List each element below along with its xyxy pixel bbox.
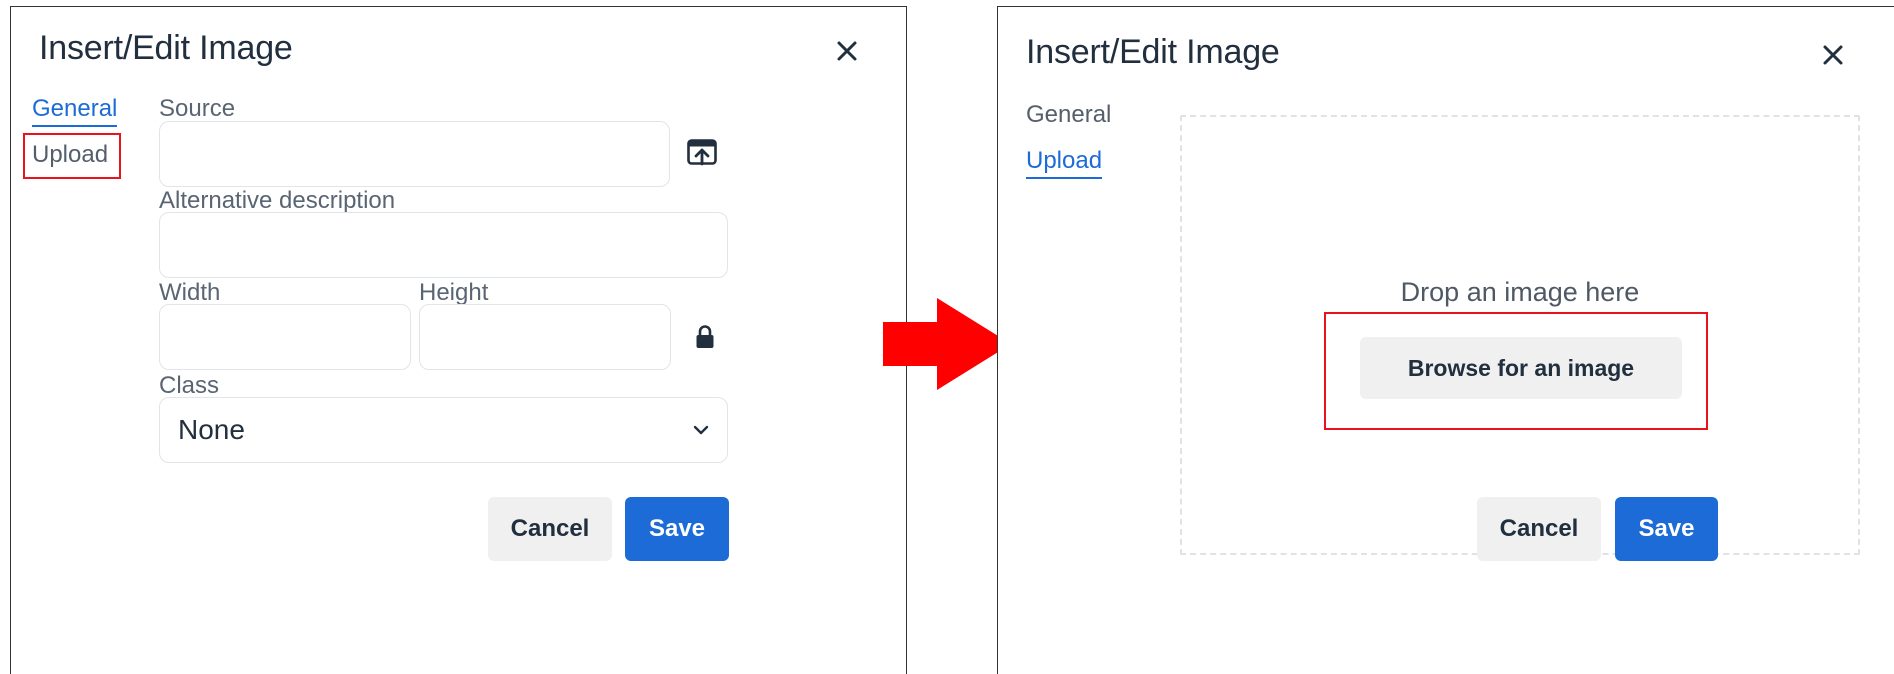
save-button[interactable]: Save <box>1615 497 1718 561</box>
height-input[interactable] <box>419 304 671 370</box>
tab-general[interactable]: General <box>1026 101 1111 129</box>
upload-icon <box>687 139 717 166</box>
width-input[interactable] <box>159 304 411 370</box>
cancel-button[interactable]: Cancel <box>488 497 612 561</box>
dialog-title: Insert/Edit Image <box>1026 33 1280 71</box>
chevron-down-icon <box>693 425 709 435</box>
highlight-box-upload-tab <box>23 133 121 179</box>
tab-general[interactable]: General <box>32 95 118 127</box>
close-icon <box>837 41 857 61</box>
height-label: Height <box>419 279 489 306</box>
upload-source-button[interactable] <box>682 131 722 175</box>
cancel-button[interactable]: Cancel <box>1477 497 1601 561</box>
source-input[interactable] <box>159 121 670 187</box>
insert-image-dialog-general: Insert/Edit Image General Upload Source … <box>10 6 907 674</box>
highlight-box-browse-button <box>1324 312 1708 430</box>
class-label: Class <box>159 372 220 399</box>
lock-icon <box>696 325 714 348</box>
class-select[interactable]: None <box>159 397 728 463</box>
alt-description-input[interactable] <box>159 212 728 278</box>
dropzone-text: Drop an image here <box>1400 277 1640 307</box>
save-button[interactable]: Save <box>625 497 729 561</box>
width-label: Width <box>159 279 221 306</box>
alt-description-label: Alternative description <box>159 187 396 214</box>
source-label: Source <box>159 95 236 122</box>
screenshot-stage: Insert/Edit Image General Upload Source … <box>0 0 1894 674</box>
dialog-title: Insert/Edit Image <box>39 29 293 67</box>
right-arrow-icon <box>883 298 1011 390</box>
insert-image-dialog-upload: Insert/Edit Image General Upload Drop an… <box>997 6 1894 674</box>
close-icon <box>1823 45 1843 65</box>
close-button[interactable] <box>1815 37 1851 73</box>
constrain-proportions-button[interactable] <box>687 317 723 357</box>
close-button[interactable] <box>829 33 865 69</box>
class-select-value: None <box>178 414 245 445</box>
tab-upload[interactable]: Upload <box>1026 147 1103 179</box>
